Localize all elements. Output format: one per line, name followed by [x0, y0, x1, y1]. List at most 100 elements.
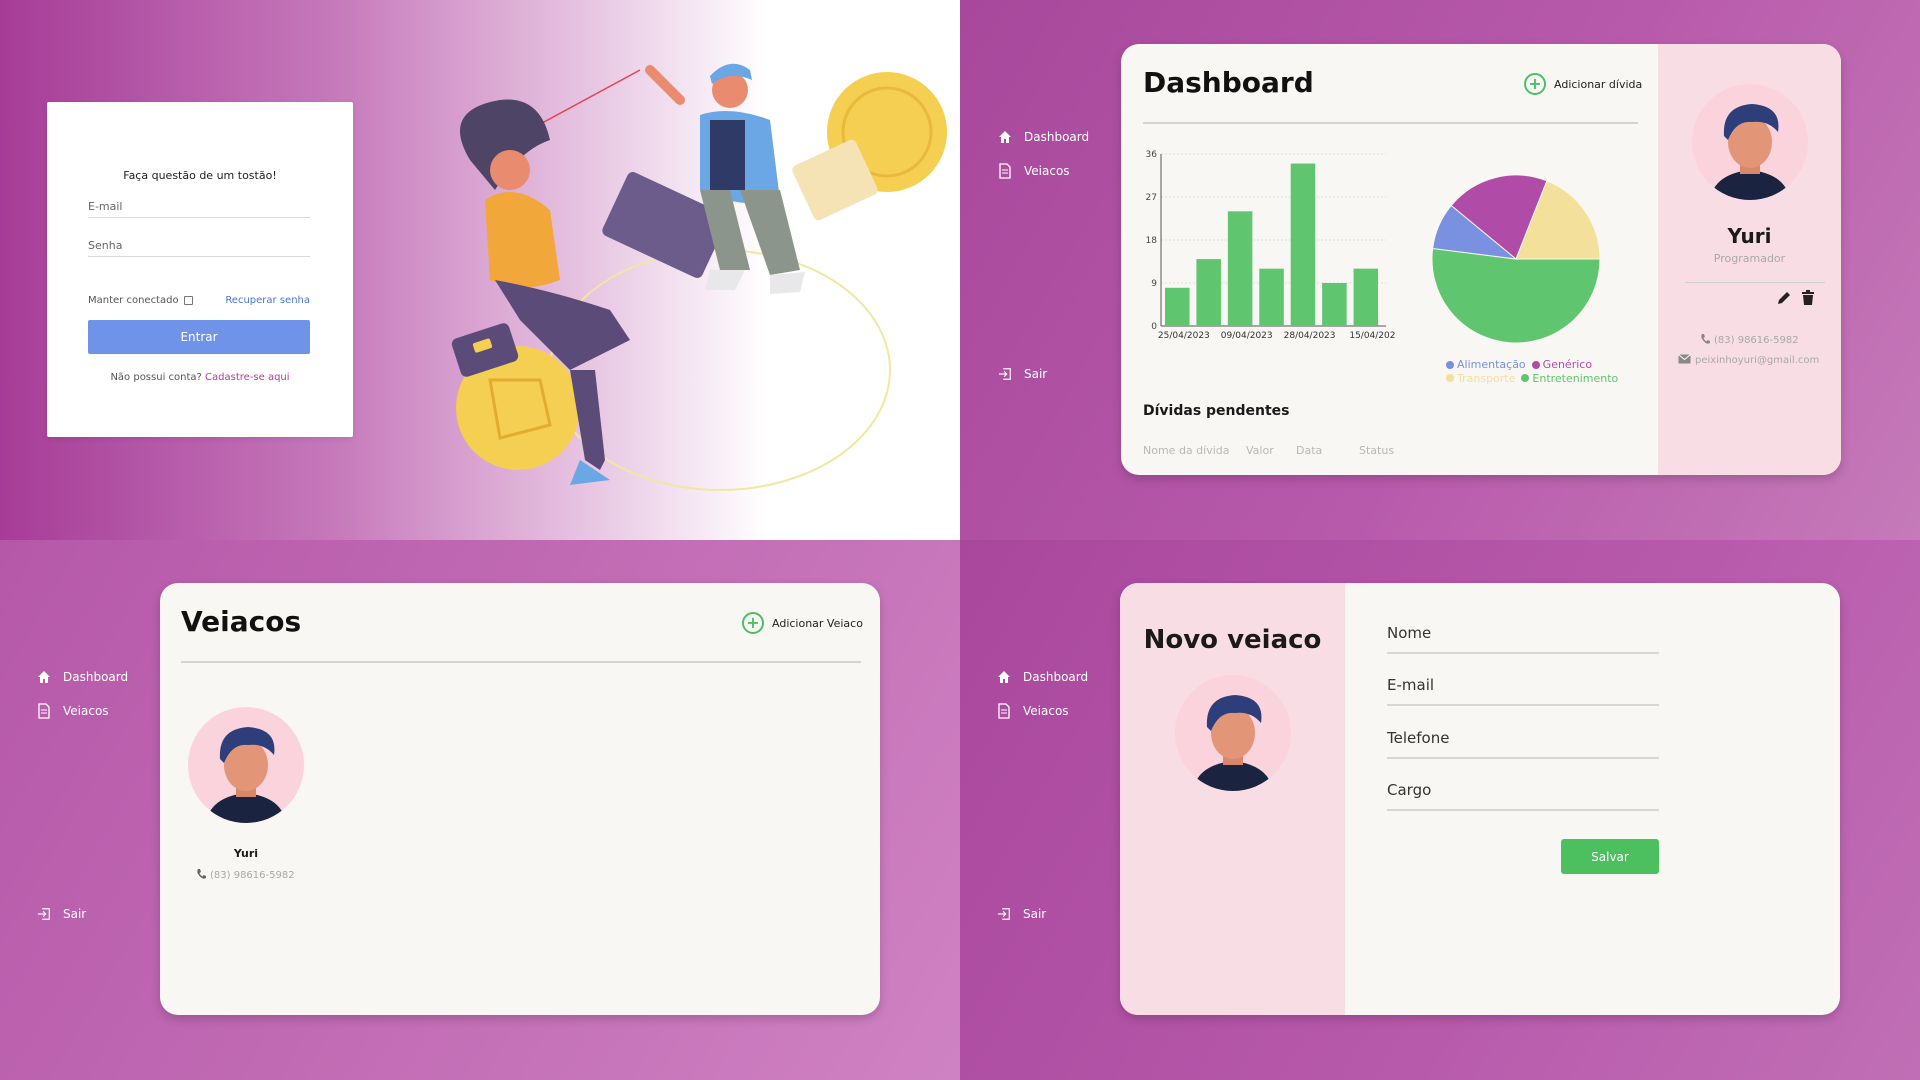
legend-item[interactable]: Alimentação [1446, 358, 1526, 371]
save-button[interactable]: Salvar [1561, 839, 1659, 874]
profile-phone: (83) 98616-5982 [1700, 333, 1799, 348]
profile-divider [1685, 282, 1825, 283]
novo-veiaco-card: Novo veiaco Nome E-mail Telefone Cargo S… [1120, 583, 1840, 1015]
login-button[interactable]: Entrar [88, 320, 310, 354]
x-tick-label: 15/04/202 [1349, 331, 1395, 341]
sidebar-item-veiacos[interactable]: Veiacos [37, 703, 109, 719]
dashboard-card: Dashboard + Adicionar dívida 0 9 18 27 36 25/… [1121, 44, 1841, 475]
phone-icon [1700, 333, 1710, 348]
remember-label: Manter conectado [88, 295, 179, 306]
bar[interactable] [1165, 287, 1190, 326]
sidebar-item-logout[interactable]: Sair [997, 907, 1046, 921]
cargo-placeholder: Cargo [1387, 781, 1432, 799]
logout-icon [997, 907, 1011, 921]
hero-illustration [451, 63, 947, 491]
legend-label: Entretenimento [1532, 371, 1619, 385]
pending-debts-title: Dívidas pendentes [1143, 403, 1290, 419]
add-veiaco-button[interactable]: + Adicionar Veiaco [742, 612, 863, 634]
legend-dot [1521, 374, 1530, 382]
legend-item[interactable]: Genérico [1531, 358, 1592, 371]
sidebar-item-dashboard[interactable]: Dashboard [998, 130, 1089, 144]
cargo-field[interactable]: Cargo [1387, 781, 1659, 811]
novo-veiaco-screen: Dashboard Veiacos Sair Novo veiaco Nome [960, 540, 1920, 1080]
legend-dot [1446, 374, 1454, 382]
col-header-status: Status [1359, 444, 1395, 457]
page-title: Novo veiaco [1143, 625, 1322, 655]
sidebar-label-logout: Sair [63, 907, 87, 921]
bar[interactable] [1322, 283, 1347, 326]
sidebar-item-logout[interactable]: Sair [998, 367, 1047, 381]
password-field[interactable]: Senha [88, 239, 310, 257]
legend-dot [1446, 360, 1454, 369]
home-icon [998, 130, 1012, 144]
document-icon [997, 703, 1011, 719]
mail-icon [1678, 354, 1691, 367]
profile-email: peixinhoyuri@gmail.com [1678, 354, 1819, 367]
col-header-date: Data [1296, 444, 1323, 457]
add-veiaco-label: Adicionar Veiaco [772, 616, 863, 630]
no-account-text: Não possui conta? [110, 372, 202, 383]
legend-dot [1531, 360, 1540, 369]
phone-icon [196, 868, 206, 883]
document-icon [998, 163, 1012, 179]
email-field[interactable]: E-mail [1387, 676, 1659, 706]
avatar[interactable] [1175, 675, 1291, 791]
sidebar-item-logout[interactable]: Sair [37, 907, 86, 921]
telefone-placeholder: Telefone [1387, 729, 1450, 747]
bar[interactable] [1353, 268, 1379, 326]
bar[interactable] [1290, 163, 1316, 326]
legend-item[interactable]: Transporte [1446, 372, 1515, 385]
y-tick-label: 0 [1151, 322, 1157, 332]
x-tick-label: 28/04/2023 [1284, 331, 1336, 341]
sidebar-label-veiacos: Veiacos [63, 704, 109, 718]
x-tick-label: 09/04/2023 [1221, 331, 1273, 341]
profile-panel: Yuri Programador (83) 98616-5982 peixinh… [1658, 44, 1841, 475]
page-title: Dashboard [1143, 66, 1314, 99]
nome-field[interactable]: Nome [1387, 624, 1659, 654]
y-tick-label: 9 [1151, 279, 1157, 289]
title-divider [181, 661, 861, 663]
veiacos-screen: Dashboard Veiacos Sair Veiacos + Adicion… [0, 540, 960, 1080]
pie-chart [1431, 174, 1601, 344]
col-header-name: Nome da dívida [1143, 444, 1230, 457]
sidebar-label-veiacos: Veiacos [1024, 164, 1070, 178]
trash-icon[interactable] [1801, 290, 1815, 310]
plus-circle-icon: + [742, 612, 764, 634]
add-debt-button[interactable]: + Adicionar dívida [1524, 73, 1642, 95]
bar-chart: 0 9 18 27 36 25/04/2023 09/04/2023 28/04/2023 15… [1146, 150, 1396, 341]
home-icon [997, 670, 1011, 684]
pie-slice[interactable] [1431, 247, 1601, 344]
recover-password-link[interactable]: Recuperar senha [225, 295, 310, 306]
sidebar-item-veiacos[interactable]: Veiacos [997, 703, 1069, 719]
signup-link[interactable]: Cadastre-se aqui [205, 372, 290, 383]
x-tick-label: 25/04/2023 [1158, 331, 1210, 341]
page-title: Veiacos [181, 605, 302, 638]
sidebar-label-logout: Sair [1024, 367, 1048, 381]
logout-icon [998, 367, 1012, 381]
sidebar-item-dashboard[interactable]: Dashboard [997, 670, 1088, 684]
sidebar-item-dashboard[interactable]: Dashboard [37, 670, 128, 684]
sidebar-label-dashboard: Dashboard [1023, 670, 1089, 684]
legend-item[interactable]: Entretenimento [1521, 372, 1618, 385]
bar[interactable] [1259, 268, 1284, 326]
remember-checkbox[interactable] [183, 295, 193, 305]
sidebar-item-veiacos[interactable]: Veiacos [998, 163, 1070, 179]
email-placeholder: E-mail [88, 200, 123, 213]
remember-me[interactable]: Manter conectado [88, 295, 193, 306]
sidebar-label-dashboard: Dashboard [1024, 130, 1090, 144]
signup-prompt: Não possui conta? Cadastre-se aqui [47, 372, 353, 383]
bar[interactable] [1196, 259, 1221, 326]
veiaco-card[interactable]: Yuri (83) 98616-5982 [188, 707, 308, 897]
telefone-field[interactable]: Telefone [1387, 729, 1659, 759]
edit-icon[interactable] [1776, 290, 1792, 310]
email-placeholder: E-mail [1387, 676, 1435, 694]
document-icon [37, 703, 51, 719]
login-title: Faça questão de um tostão! [123, 169, 277, 182]
plus-circle-icon: + [1524, 73, 1546, 95]
home-icon [37, 670, 51, 684]
sidebar-label-dashboard: Dashboard [63, 670, 129, 684]
avatar [1692, 84, 1808, 200]
email-field[interactable]: E-mail [88, 200, 310, 218]
bar[interactable] [1227, 211, 1253, 326]
pie-legend: Alimentação Genérico Transporte Entretenime… [1446, 358, 1626, 385]
